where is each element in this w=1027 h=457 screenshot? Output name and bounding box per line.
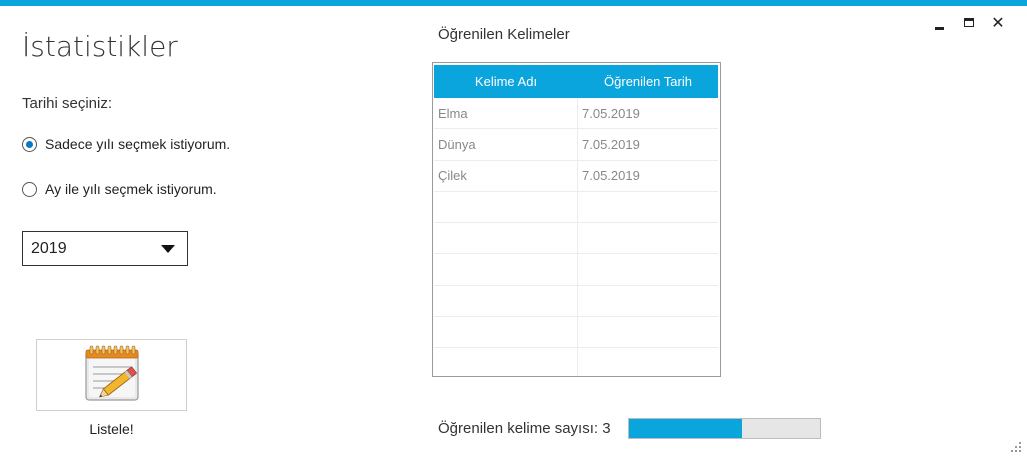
- window-top-accent-bar: [0, 0, 1027, 6]
- year-select-value: 2019: [31, 239, 67, 257]
- list-button[interactable]: [36, 339, 187, 411]
- date-selection-label: Tarihi seçiniz:: [22, 95, 113, 112]
- date-cell: [578, 254, 718, 284]
- table-body: Elma 7.05.2019 Dünya 7.05.2019 Çilek 7.0…: [434, 98, 718, 376]
- maximize-button[interactable]: [960, 12, 978, 32]
- table-row[interactable]: Çilek 7.05.2019: [434, 160, 718, 192]
- page-title: İstatistikler: [22, 30, 178, 63]
- word-cell: [434, 285, 578, 317]
- table-row[interactable]: Dünya 7.05.2019: [434, 129, 718, 161]
- column-header-learned-date[interactable]: Öğrenilen Tarih: [578, 65, 718, 98]
- notepad-pencil-icon: [84, 345, 139, 401]
- date-cell: 7.05.2019: [582, 168, 640, 184]
- date-cell: [578, 348, 718, 376]
- dropdown-arrow-icon: [161, 244, 175, 253]
- minimize-button[interactable]: [930, 12, 948, 32]
- table-row[interactable]: Elma 7.05.2019: [434, 98, 718, 130]
- learned-words-title: Öğrenilen Kelimeler: [438, 26, 570, 43]
- date-cell: [578, 317, 718, 347]
- progress-fill: [629, 419, 742, 438]
- list-button-label: Listele!: [89, 421, 134, 437]
- learned-word-count-label: Öğrenilen kelime sayısı: 3: [438, 420, 611, 437]
- word-cell: Dünya: [434, 129, 578, 160]
- resize-grip-icon[interactable]: [1010, 440, 1022, 452]
- radio-circle: [22, 136, 37, 152]
- date-cell: [578, 192, 718, 222]
- table-row[interactable]: [434, 317, 718, 349]
- table-row[interactable]: [434, 348, 718, 376]
- word-cell: [434, 223, 578, 254]
- table-row[interactable]: [434, 191, 718, 224]
- radio-circle: [22, 181, 37, 197]
- date-cell: 7.05.2019: [582, 136, 640, 152]
- learned-word-progress-bar: [628, 418, 821, 439]
- table-header: Kelime Adı Öğrenilen Tarih: [434, 65, 718, 98]
- column-header-word-name[interactable]: Kelime Adı: [434, 65, 578, 98]
- date-cell: [578, 286, 718, 316]
- word-cell: [434, 348, 578, 376]
- year-select[interactable]: 2019: [22, 231, 188, 266]
- minimize-icon: [934, 26, 944, 30]
- month-year-radio-label: Ay ile yılı seçmek istiyorum.: [45, 181, 217, 197]
- learned-words-table[interactable]: Kelime Adı Öğrenilen Tarih Elma 7.05.201…: [432, 62, 721, 377]
- word-cell: [434, 191, 578, 223]
- close-button[interactable]: ✕: [988, 12, 1008, 32]
- table-row[interactable]: [434, 254, 718, 286]
- year-only-radio[interactable]: Sadece yılı seçmek istiyorum.: [22, 136, 230, 152]
- year-only-radio-label: Sadece yılı seçmek istiyorum.: [45, 136, 231, 152]
- table-row[interactable]: [434, 285, 718, 318]
- table-row[interactable]: [434, 223, 718, 255]
- month-year-radio[interactable]: Ay ile yılı seçmek istiyorum.: [22, 181, 217, 197]
- word-cell: [434, 254, 578, 285]
- word-cell: [434, 317, 578, 348]
- date-cell: [578, 223, 718, 253]
- maximize-icon: [964, 17, 974, 27]
- date-cell: 7.05.2019: [582, 105, 640, 121]
- word-cell: Çilek: [434, 160, 578, 191]
- close-icon: ✕: [991, 12, 1005, 32]
- word-cell: Elma: [434, 98, 578, 129]
